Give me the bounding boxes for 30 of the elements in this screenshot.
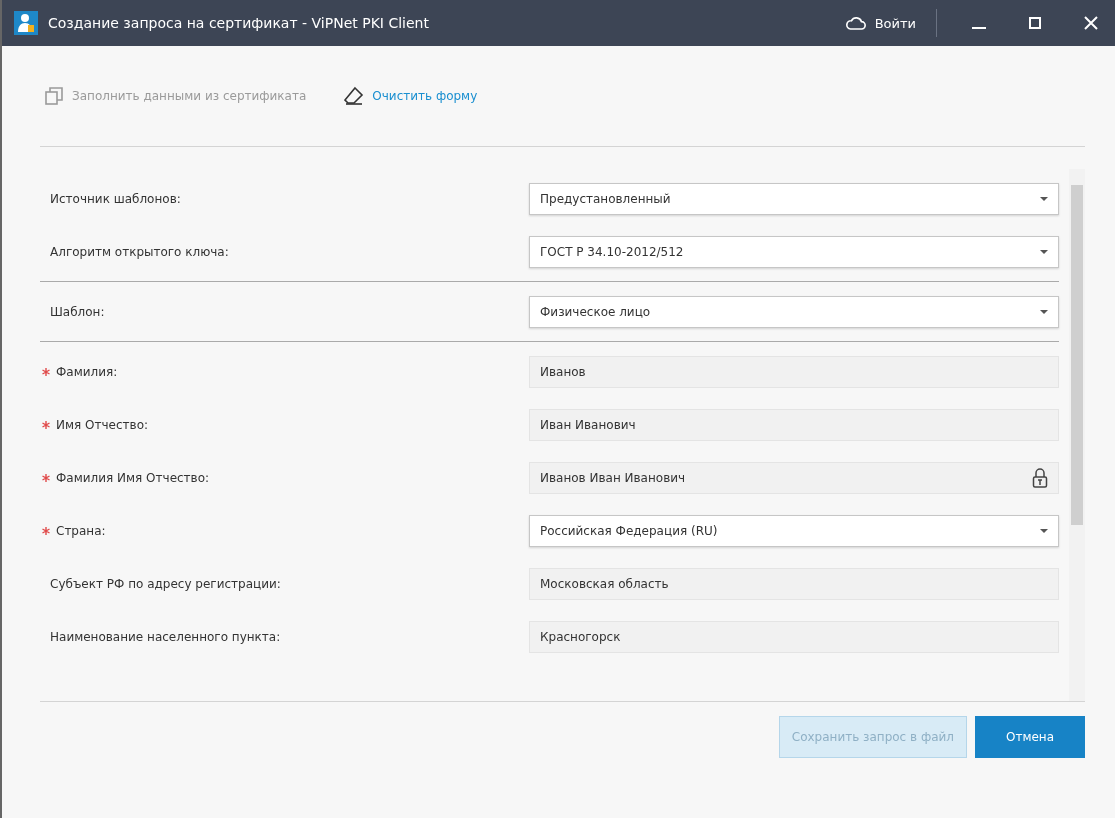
field-label: Наименование населенного пункта: bbox=[50, 629, 281, 644]
field-label: Имя Отчество: bbox=[56, 417, 148, 432]
dropdown[interactable]: ГОСТ Р 34.10-2012/512 bbox=[529, 235, 1059, 268]
caret-icon bbox=[1040, 196, 1048, 201]
field-label: Фамилия Имя Отчество: bbox=[56, 470, 210, 485]
field-label: Шаблон: bbox=[50, 304, 105, 319]
app-icon bbox=[14, 11, 38, 35]
field-label: Страна: bbox=[56, 523, 106, 538]
cancel-button[interactable]: Отмена bbox=[975, 716, 1085, 758]
input-field[interactable]: Московская область bbox=[529, 567, 1059, 600]
scrollbar[interactable] bbox=[1069, 169, 1085, 701]
field-label: Источник шаблонов: bbox=[50, 191, 181, 206]
cloud-icon bbox=[844, 15, 867, 31]
caret-icon bbox=[1040, 249, 1048, 254]
input-field[interactable]: Иван Иванович bbox=[529, 408, 1059, 441]
caret-icon bbox=[1040, 528, 1048, 533]
input-field[interactable]: Иванов bbox=[529, 355, 1059, 388]
field-label: Субъект РФ по адресу регистрации: bbox=[50, 576, 281, 591]
login-button[interactable]: Войти bbox=[838, 11, 922, 35]
input-field[interactable]: Иванов Иван Иванович bbox=[529, 461, 1059, 494]
dropdown[interactable]: Предустановленный bbox=[529, 182, 1059, 215]
caret-icon bbox=[1040, 309, 1048, 314]
dropdown[interactable]: Физическое лицо bbox=[529, 295, 1059, 328]
eraser-icon bbox=[344, 86, 365, 106]
dropdown[interactable]: Российская Федерация (RU) bbox=[529, 514, 1059, 547]
field-label: Фамилия: bbox=[56, 364, 118, 379]
input-field[interactable]: Красногорск bbox=[529, 620, 1059, 653]
field-label: Алгоритм открытого ключа: bbox=[50, 244, 229, 259]
window-title: Создание запроса на сертификат - ViPNet PKI Client bbox=[48, 15, 429, 31]
copy-icon bbox=[44, 86, 64, 106]
